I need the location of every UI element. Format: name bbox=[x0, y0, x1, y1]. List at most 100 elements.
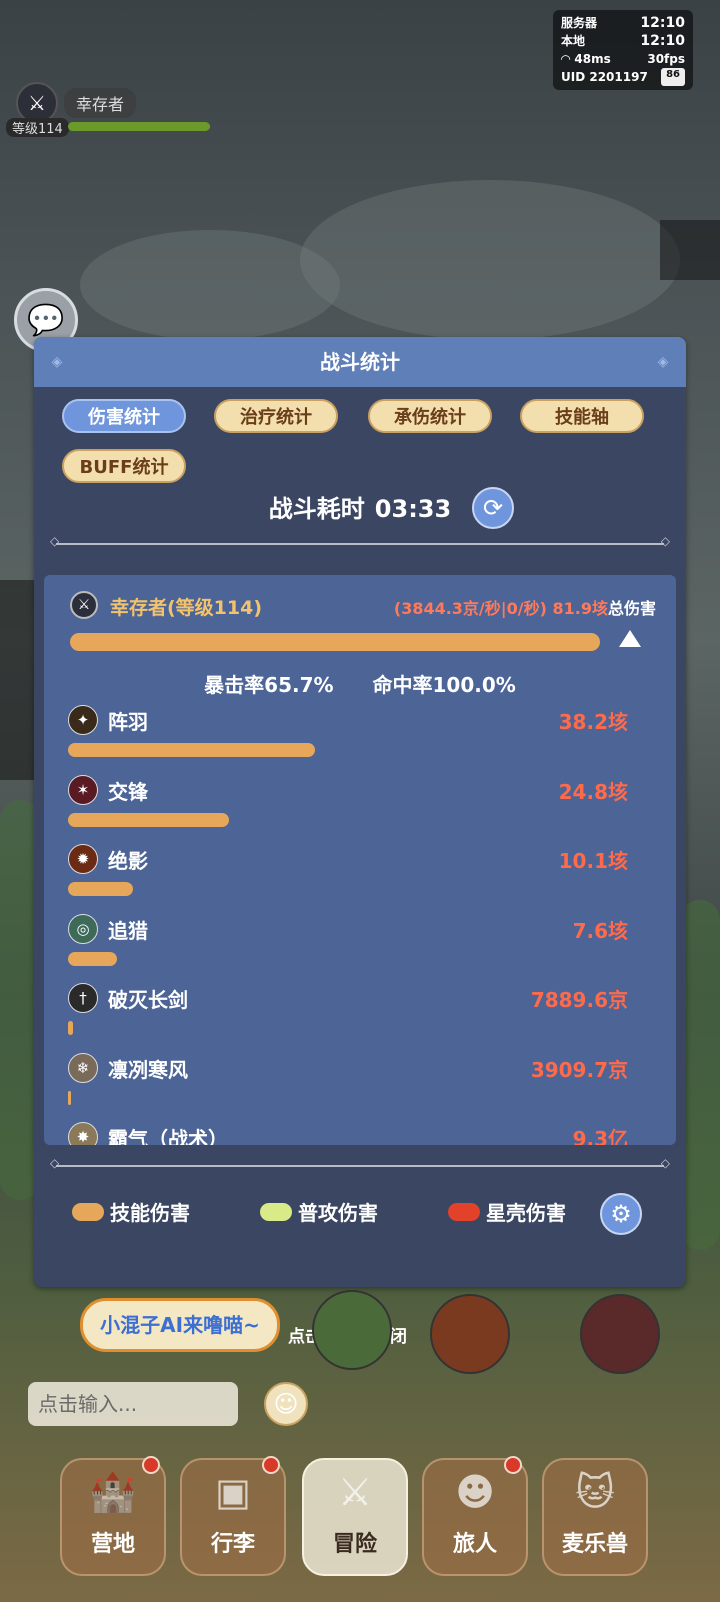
duration-label: 战斗耗时 bbox=[268, 495, 365, 523]
nav-pet[interactable]: 🐱 麦乐兽 bbox=[542, 1458, 648, 1576]
skill-damage: 7.6垓 bbox=[572, 918, 628, 943]
character-avatar: ⚔ bbox=[70, 591, 98, 619]
skill-name: 破灭长剑 bbox=[108, 988, 188, 1012]
tab-damage-stats[interactable]: 伤害统计 bbox=[62, 399, 186, 433]
skill-damage-bar bbox=[68, 1021, 74, 1035]
legend-swatch bbox=[72, 1202, 104, 1221]
nav-luggage[interactable]: ▣ 行李 bbox=[180, 1456, 286, 1576]
skill-name: 绝影 bbox=[108, 849, 148, 873]
notification-dot bbox=[262, 1456, 280, 1474]
dialog-title: 战斗统计 bbox=[320, 350, 400, 374]
skill-damage-bar bbox=[68, 1090, 71, 1105]
bg-foliage bbox=[680, 900, 720, 1250]
chest-icon: ▣ bbox=[215, 1470, 251, 1514]
battle-stats-dialog: ◈ 战斗统计 ◈ 伤害统计 治疗统计 承伤统计 技能轴 BUFF统计 战斗耗时 0… bbox=[34, 337, 686, 1287]
legend-normal-attack: 普攻伤害 bbox=[260, 1197, 378, 1226]
skill-row: ❄ 凛冽寒风 3909.7京 bbox=[68, 1052, 628, 1123]
bg-ruin bbox=[660, 220, 720, 280]
dps-value: (3844.3京/秒|0/秒) bbox=[393, 599, 547, 618]
aura-icon: ✸ bbox=[68, 1122, 98, 1145]
nav-adventure[interactable]: ⚔ 冒险 bbox=[302, 1458, 408, 1576]
total-damage-value: 81.9垓 bbox=[552, 599, 608, 618]
skill-damage: 10.1垓 bbox=[558, 849, 628, 873]
tab-buff-stats[interactable]: BUFF统计 bbox=[62, 449, 186, 483]
legend-skill-damage: 技能伤害 bbox=[72, 1197, 190, 1226]
sword-icon: ⚔ bbox=[77, 597, 91, 613]
cat-icon: 🐱 bbox=[575, 1470, 615, 1514]
collapse-triangle-icon[interactable] bbox=[619, 630, 641, 647]
tab-skill-timeline[interactable]: 技能轴 bbox=[520, 399, 644, 433]
skill-damage-bar bbox=[68, 951, 118, 966]
legend-swatch bbox=[448, 1202, 480, 1221]
battery-level: 86 bbox=[661, 68, 685, 86]
ai-assistant-chip[interactable]: 小混子AI来噜喵~ bbox=[80, 1298, 280, 1352]
nav-label: 麦乐兽 bbox=[561, 1532, 628, 1557]
tab-heal-stats[interactable]: 治疗统计 bbox=[214, 399, 338, 433]
skill-damage-bar bbox=[68, 812, 229, 827]
duration-value: 03:33 bbox=[374, 495, 452, 523]
skill-row: ✸ 霸气（战术） 9.3亿 bbox=[68, 1122, 628, 1145]
person-icon: ☻ bbox=[455, 1470, 495, 1514]
damage-legend: 技能伤害 普攻伤害 星壳伤害 ⚙ bbox=[34, 1193, 686, 1241]
skill-damage: 3909.7京 bbox=[530, 1057, 628, 1082]
skill-damage: 7889.6京 bbox=[530, 988, 628, 1012]
notification-dot bbox=[504, 1456, 522, 1474]
battle-duration: 战斗耗时 03:33 bbox=[34, 489, 686, 524]
skill-row: ✶ 交锋 24.8垓 bbox=[68, 774, 628, 845]
clash-icon: ✶ bbox=[68, 774, 98, 805]
skill-damage-bar bbox=[68, 743, 315, 757]
settings-button[interactable]: ⚙ bbox=[600, 1193, 642, 1235]
crit-rate: 暴击率65.7% bbox=[204, 673, 334, 697]
gear-icon: ⚙ bbox=[610, 1200, 632, 1228]
wifi-icon: ◠ bbox=[561, 52, 575, 66]
sword-icon: † bbox=[68, 983, 98, 1013]
chat-bubbles-icon: 💬 bbox=[27, 302, 65, 338]
tab-taken-stats[interactable]: 承伤统计 bbox=[368, 399, 492, 433]
skill-damage: 9.3亿 bbox=[572, 1127, 628, 1145]
bg-cloud bbox=[300, 180, 680, 340]
network-hud: 服务器 12:10 本地 12:10 ◠ 48ms 30fps UID 2201197… bbox=[553, 10, 693, 90]
server-time: 12:10 bbox=[640, 15, 685, 31]
local-time: 12:10 bbox=[640, 33, 685, 49]
feather-icon: ✦ bbox=[68, 705, 98, 735]
skill-name: 追猎 bbox=[108, 918, 148, 943]
skill-row: † 破灭长剑 7889.6京 bbox=[68, 983, 628, 1053]
shadow-icon: ✹ bbox=[68, 844, 98, 874]
bottom-nav: 🏰 营地 ▣ 行李 ⚔ 冒险 ☻ 旅人 🐱 麦乐兽 bbox=[0, 1448, 720, 1602]
skill-damage-bar bbox=[68, 882, 134, 896]
sword-icon: ⚔ bbox=[28, 91, 46, 115]
companion-portrait[interactable] bbox=[580, 1294, 660, 1374]
player-exp-bar bbox=[68, 122, 210, 131]
companion-portrait[interactable] bbox=[312, 1290, 392, 1370]
uid-label: UID 2201197 bbox=[561, 70, 648, 84]
nav-label: 行李 bbox=[210, 1532, 255, 1557]
bg-cloud bbox=[80, 230, 340, 340]
target-icon: ◎ bbox=[68, 913, 98, 944]
refresh-icon: ⟳ bbox=[482, 494, 504, 522]
legend-label: 技能伤害 bbox=[110, 1201, 190, 1225]
legend-swatch bbox=[260, 1202, 292, 1221]
ping-value: 48ms bbox=[574, 52, 611, 66]
companion-portrait[interactable] bbox=[430, 1294, 510, 1374]
nav-camp[interactable]: 🏰 营地 bbox=[60, 1456, 166, 1576]
local-label: 本地 bbox=[561, 34, 586, 48]
refresh-button[interactable]: ⟳ bbox=[472, 487, 514, 529]
nav-label: 旅人 bbox=[452, 1532, 497, 1557]
crossed-swords-icon: ⚔ bbox=[337, 1470, 373, 1514]
skill-name: 凛冽寒风 bbox=[108, 1057, 188, 1082]
character-damage-bar bbox=[70, 633, 600, 651]
damage-panel[interactable]: ⚔ 幸存者(等级114) (3844.3京/秒|0/秒) 81.9垓总伤害 暴击… bbox=[44, 575, 676, 1145]
emoji-button[interactable]: ☺ bbox=[264, 1382, 308, 1426]
corner-ornament-icon: ◈ bbox=[657, 354, 669, 370]
server-label: 服务器 bbox=[561, 16, 598, 30]
nav-label: 营地 bbox=[90, 1532, 135, 1557]
chat-input[interactable]: 点击输入... bbox=[28, 1382, 238, 1426]
corner-ornament-icon: ◈ bbox=[51, 354, 63, 370]
legend-star-shell: 星壳伤害 bbox=[448, 1197, 566, 1226]
fps-value: 30fps bbox=[647, 52, 685, 66]
rates: 暴击率65.7% 命中率100.0% bbox=[44, 669, 676, 698]
nav-traveler[interactable]: ☻ 旅人 bbox=[422, 1456, 528, 1576]
nav-label: 冒险 bbox=[332, 1532, 377, 1557]
divider bbox=[50, 534, 670, 548]
skill-row: ✹ 绝影 10.1垓 bbox=[68, 844, 628, 914]
